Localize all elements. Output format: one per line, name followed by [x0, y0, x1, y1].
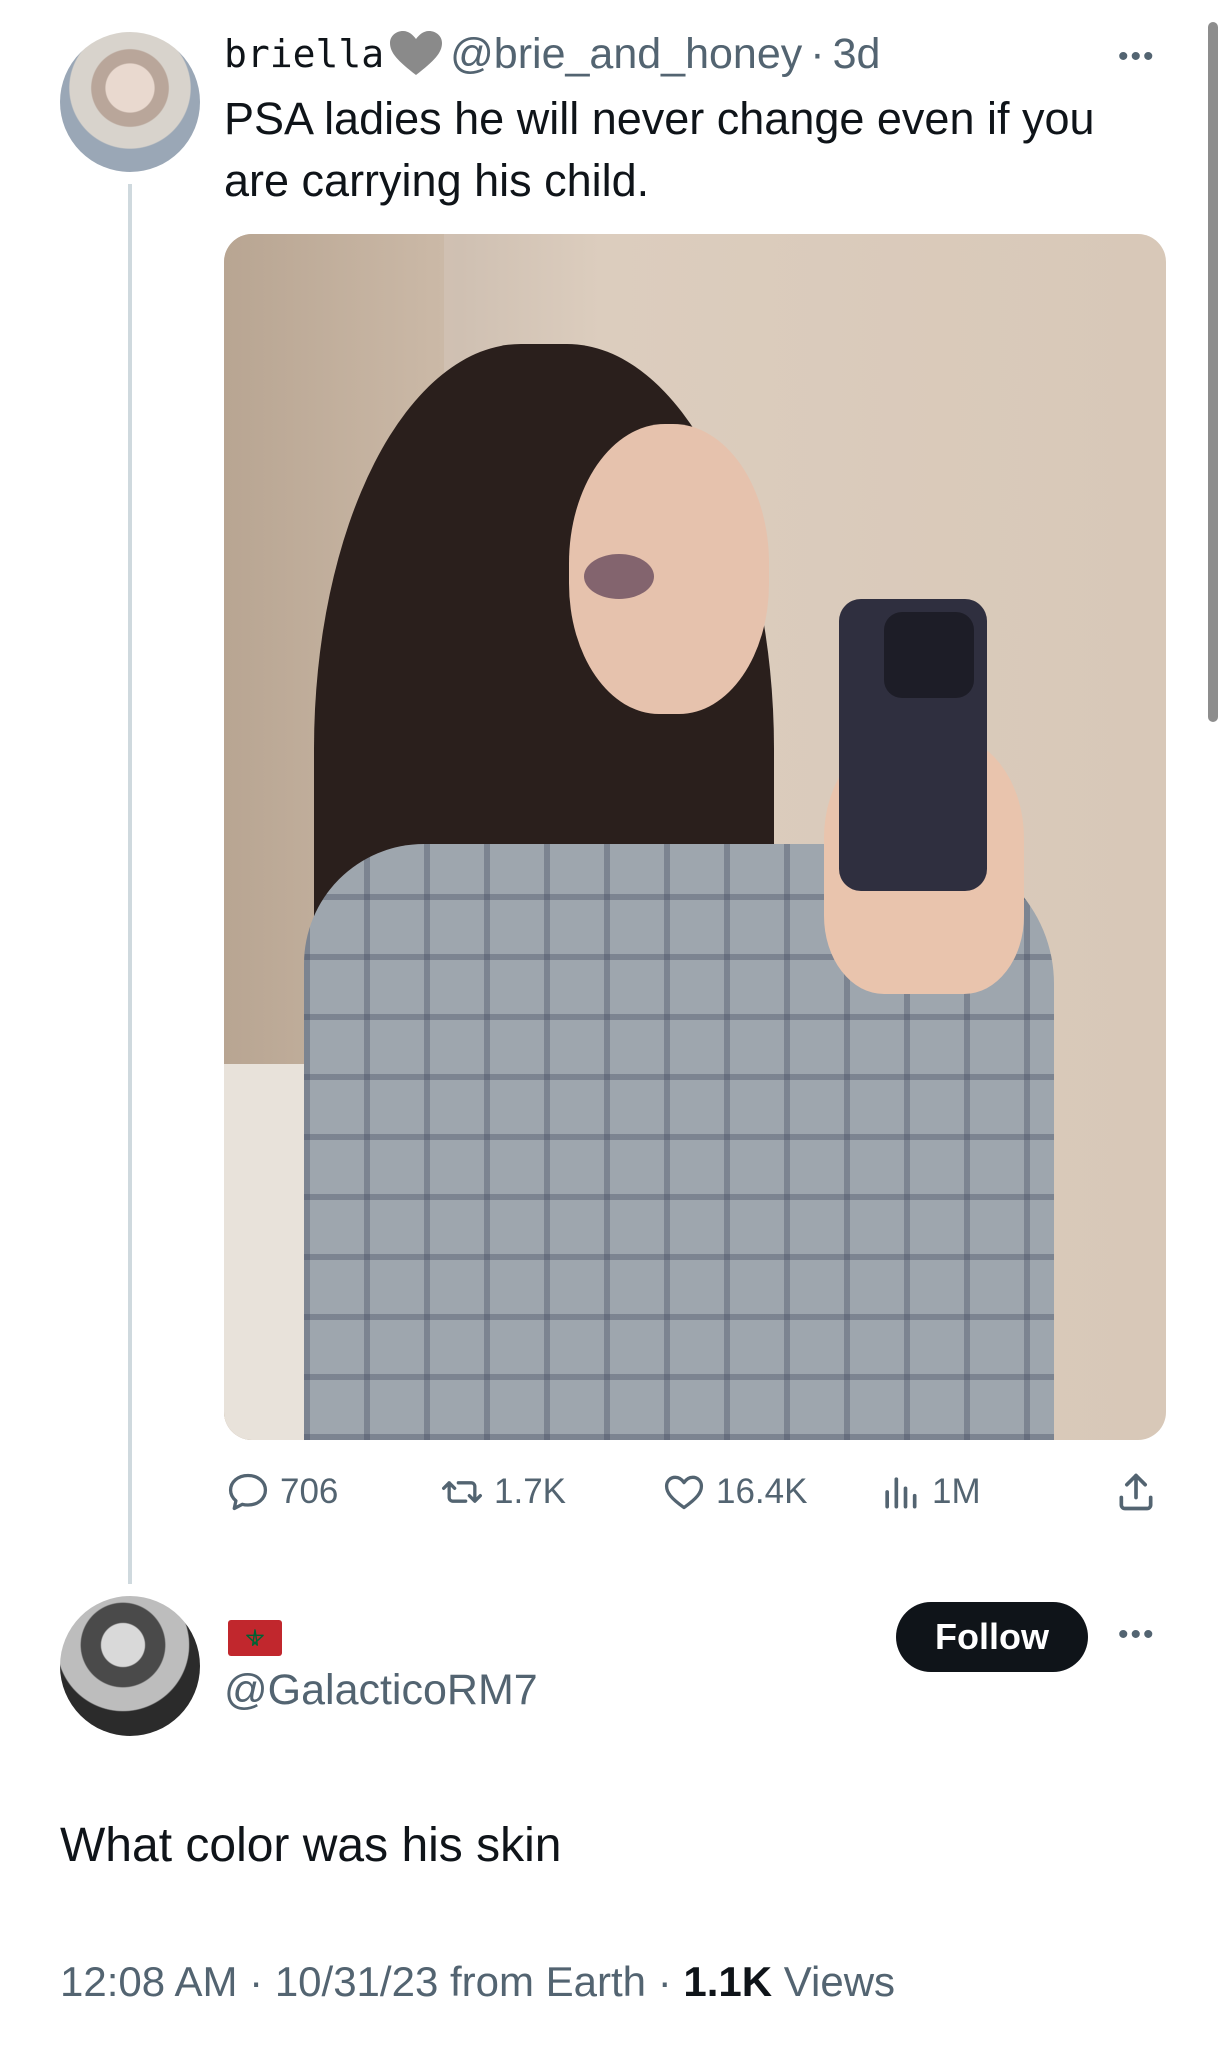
reply-count: 706 — [280, 1472, 339, 1511]
like-action[interactable]: 16.4K — [662, 1462, 807, 1522]
meta-time[interactable]: 12:08 AM — [60, 1958, 237, 2005]
tweet-header: briella @brie_and_honey · 3d — [224, 24, 880, 84]
share-action[interactable] — [1114, 1462, 1158, 1522]
reply-icon — [228, 1473, 268, 1511]
meta-views-label: Views — [783, 1958, 896, 2005]
repost-count: 1.7K — [494, 1472, 566, 1511]
tweet-text: PSA ladies he will never change even if … — [224, 93, 1095, 206]
heart-icon — [664, 1475, 704, 1510]
repost-action[interactable]: 1.7K — [440, 1462, 566, 1522]
tweet-time[interactable]: 3d — [833, 30, 881, 79]
tweet-photo[interactable] — [224, 234, 1166, 1440]
repost-icon — [442, 1481, 482, 1503]
like-count: 16.4K — [716, 1472, 808, 1511]
author-handle[interactable]: @brie_and_honey — [450, 30, 802, 79]
meta-separator-2: · — [657, 1958, 672, 2005]
reply-action[interactable]: 706 — [226, 1462, 338, 1522]
separator-dot: · — [810, 29, 825, 78]
flag-star-icon — [246, 1629, 264, 1646]
views-chart-icon — [885, 1477, 917, 1509]
reply-text: What color was his skin — [60, 1819, 562, 1872]
meta-separator: · — [249, 1958, 264, 2005]
reply-handle[interactable]: @GalacticoRM7 — [224, 1666, 538, 1715]
reply-avatar[interactable] — [60, 1596, 200, 1736]
photo-phone-camera — [884, 612, 974, 698]
meta-source: from Earth — [449, 1958, 647, 2005]
reply-more-options-icon[interactable]: ••• — [1118, 1618, 1156, 1652]
meta-views-count: 1.1K — [683, 1958, 773, 2005]
views-action[interactable]: 1M — [878, 1462, 981, 1522]
scrollbar[interactable] — [1208, 22, 1218, 722]
views-count: 1M — [932, 1472, 981, 1511]
author-name[interactable]: briella — [224, 32, 384, 76]
meta-date[interactable]: 10/31/23 — [275, 1958, 439, 2005]
tweet-meta: 12:08 AM · 10/31/23 from Earth · 1.1K Vi… — [60, 1958, 895, 2006]
avatar[interactable] — [60, 32, 200, 172]
thread-line — [128, 184, 132, 1584]
grey-heart-icon — [390, 31, 443, 75]
share-icon — [1119, 1473, 1153, 1511]
more-options-icon[interactable]: ••• — [1118, 40, 1156, 74]
photo-bruise — [584, 554, 654, 599]
follow-button[interactable]: Follow — [896, 1602, 1088, 1672]
morocco-flag-icon — [228, 1620, 282, 1656]
